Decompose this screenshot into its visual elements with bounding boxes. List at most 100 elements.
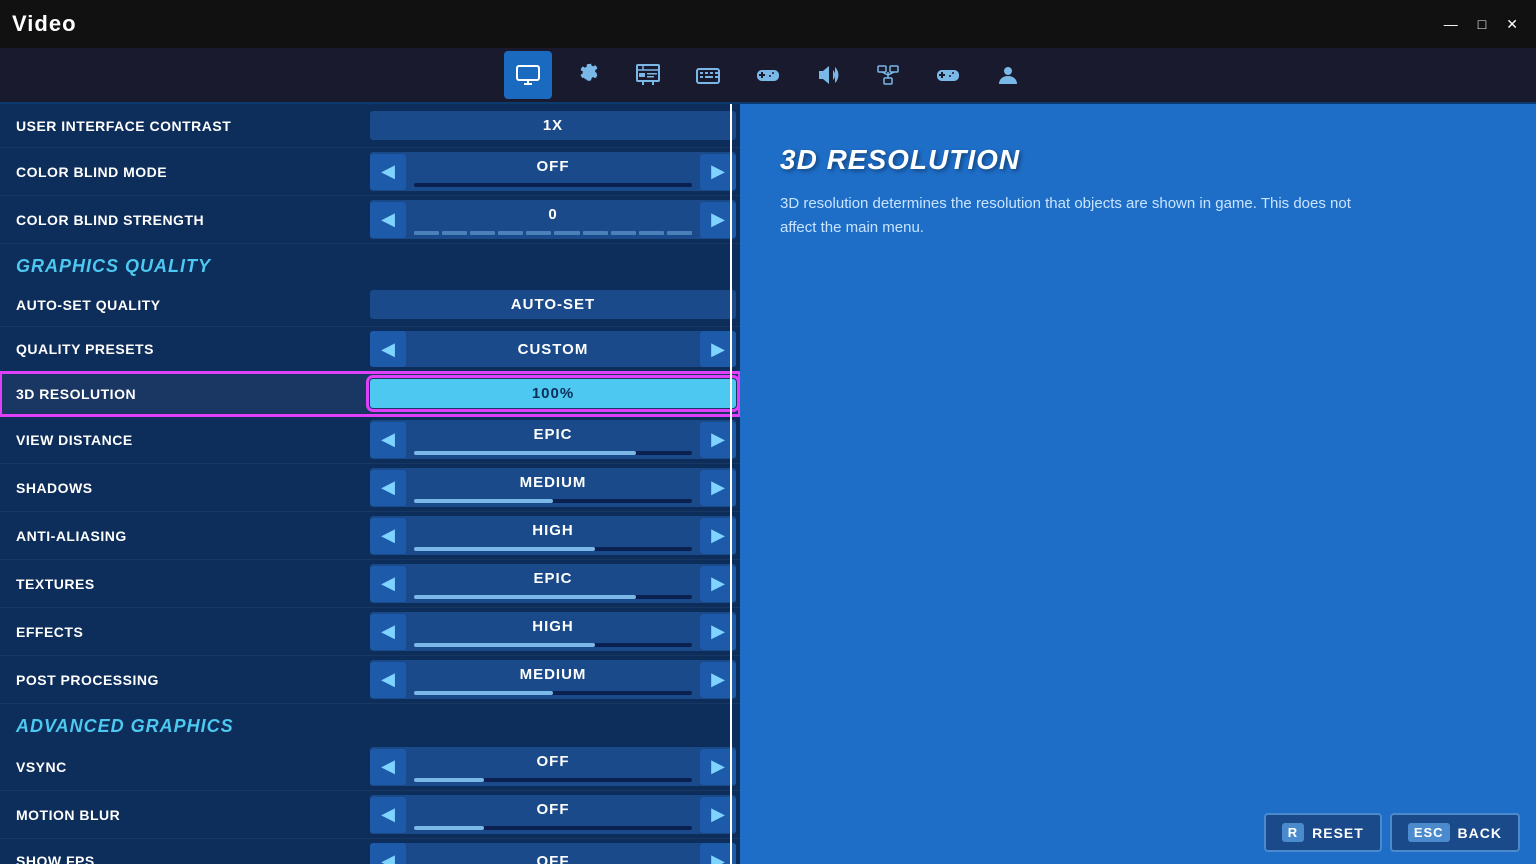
tab-account[interactable]	[984, 51, 1032, 99]
effects-left-btn[interactable]: ◀	[370, 614, 406, 650]
value-quality-presets: CUSTOM	[406, 335, 700, 364]
label-quality-presets: QUALITY PRESETS	[0, 333, 370, 365]
view-distance-slider	[414, 451, 692, 455]
label-colorblind-strength: COLOR BLIND STRENGTH	[0, 204, 370, 236]
vsync-left-btn[interactable]: ◀	[370, 749, 406, 785]
setting-row-effects: EFFECTS ◀ HIGH ▶	[0, 608, 740, 656]
back-key-badge: ESC	[1408, 823, 1450, 842]
control-post-processing: ◀ MEDIUM ▶	[370, 660, 736, 699]
textures-left-btn[interactable]: ◀	[370, 566, 406, 602]
tab-settings[interactable]	[564, 51, 612, 99]
value-effects: HIGH	[406, 612, 700, 641]
control-effects: ◀ HIGH ▶	[370, 612, 736, 651]
label-textures: TEXTURES	[0, 568, 370, 600]
maximize-button[interactable]: □	[1472, 14, 1492, 35]
colorblind-strength-slider	[414, 231, 692, 235]
window-controls[interactable]: — □ ✕	[1438, 14, 1524, 35]
label-show-fps: SHOW FPS	[0, 845, 370, 864]
control-colorblind-strength: ◀ 0 ▶	[370, 200, 736, 239]
setting-row-view-distance: VIEW DISTANCE ◀ EPIC ▶	[0, 416, 740, 464]
close-button[interactable]: ✕	[1500, 14, 1524, 35]
minimize-button[interactable]: —	[1438, 14, 1464, 35]
control-motion-blur: ◀ OFF ▶	[370, 795, 736, 834]
control-3d-resolution: 100%	[370, 379, 736, 408]
tab-controller-alt[interactable]	[744, 51, 792, 99]
back-label: BACK	[1458, 825, 1502, 841]
label-autoset: AUTO-SET QUALITY	[0, 289, 370, 321]
post-processing-left-btn[interactable]: ◀	[370, 662, 406, 698]
value-colorblind-strength: 0	[406, 200, 700, 229]
control-ui-contrast: 1x	[370, 111, 736, 140]
bottom-bar: R RESET ESC BACK	[1248, 801, 1536, 864]
motion-blur-left-btn[interactable]: ◀	[370, 797, 406, 833]
value-vsync: OFF	[406, 747, 700, 776]
info-title: 3D RESOLUTION	[780, 144, 1496, 176]
control-shadows: ◀ MEDIUM ▶	[370, 468, 736, 507]
effects-slider	[414, 643, 692, 647]
setting-row-colorblind-mode: COLOR BLIND MODE ◀ OFF ▶	[0, 148, 740, 196]
setting-row-autoset: AUTO-SET QUALITY AUTO-SET	[0, 283, 740, 327]
right-panel: 3D RESOLUTION 3D resolution determines t…	[740, 104, 1536, 864]
main-layout: USER INTERFACE CONTRAST 1x COLOR BLIND M…	[0, 104, 1536, 864]
info-description: 3D resolution determines the resolution …	[780, 192, 1360, 240]
setting-row-vsync: VSYNC ◀ OFF ▶	[0, 743, 740, 791]
value-motion-blur: OFF	[406, 795, 700, 824]
setting-row-3d-resolution[interactable]: 3D RESOLUTION 100%	[0, 372, 740, 416]
back-button[interactable]: ESC BACK	[1390, 813, 1520, 852]
control-anti-aliasing: ◀ HIGH ▶	[370, 516, 736, 555]
section-header-graphics: GRAPHICS QUALITY	[0, 244, 740, 283]
label-motion-blur: MOTION BLUR	[0, 799, 370, 831]
control-textures: ◀ EPIC ▶	[370, 564, 736, 603]
textures-slider	[414, 595, 692, 599]
tab-keyboard[interactable]	[684, 51, 732, 99]
setting-row-anti-aliasing: ANTI-ALIASING ◀ HIGH ▶	[0, 512, 740, 560]
value-shadows: MEDIUM	[406, 468, 700, 497]
label-view-distance: VIEW DISTANCE	[0, 424, 370, 456]
label-anti-aliasing: ANTI-ALIASING	[0, 520, 370, 552]
window-title: Video	[12, 11, 77, 37]
tab-display[interactable]	[624, 51, 672, 99]
reset-button[interactable]: R RESET	[1264, 813, 1382, 852]
reset-label: RESET	[1312, 825, 1364, 841]
colorblind-mode-slider	[414, 183, 692, 187]
post-processing-slider	[414, 691, 692, 695]
left-panel: USER INTERFACE CONTRAST 1x COLOR BLIND M…	[0, 104, 740, 864]
setting-row-textures: TEXTURES ◀ EPIC ▶	[0, 560, 740, 608]
setting-row-post-processing: POST PROCESSING ◀ MEDIUM ▶	[0, 656, 740, 704]
show-fps-left-btn[interactable]: ◀	[370, 843, 406, 864]
shadows-left-btn[interactable]: ◀	[370, 470, 406, 506]
vsync-slider	[414, 778, 692, 782]
value-colorblind-mode: OFF	[406, 152, 700, 181]
anti-aliasing-slider	[414, 547, 692, 551]
anti-aliasing-left-btn[interactable]: ◀	[370, 518, 406, 554]
value-post-processing: MEDIUM	[406, 660, 700, 689]
setting-row-shadows: SHADOWS ◀ MEDIUM ▶	[0, 464, 740, 512]
label-ui-contrast: USER INTERFACE CONTRAST	[0, 110, 370, 142]
colorblind-mode-left-btn[interactable]: ◀	[370, 154, 406, 190]
tab-audio[interactable]	[804, 51, 852, 99]
tab-video[interactable]	[504, 51, 552, 99]
value-anti-aliasing: HIGH	[406, 516, 700, 545]
tab-network[interactable]	[864, 51, 912, 99]
tab-bar	[0, 48, 1536, 104]
label-vsync: VSYNC	[0, 751, 370, 783]
title-bar: Video — □ ✕	[0, 0, 1536, 48]
reset-key-badge: R	[1282, 823, 1304, 842]
control-view-distance: ◀ EPIC ▶	[370, 420, 736, 459]
label-colorblind-mode: COLOR BLIND MODE	[0, 156, 370, 188]
control-colorblind-mode: ◀ OFF ▶	[370, 152, 736, 191]
value-textures: EPIC	[406, 564, 700, 593]
control-autoset: AUTO-SET	[370, 290, 736, 319]
view-distance-left-btn[interactable]: ◀	[370, 422, 406, 458]
label-post-processing: POST PROCESSING	[0, 664, 370, 696]
value-view-distance: EPIC	[406, 420, 700, 449]
control-vsync: ◀ OFF ▶	[370, 747, 736, 786]
tab-controller[interactable]	[924, 51, 972, 99]
value-show-fps: OFF	[406, 847, 700, 864]
colorblind-strength-left-btn[interactable]: ◀	[370, 202, 406, 238]
control-quality-presets: ◀ CUSTOM ▶	[370, 331, 736, 367]
setting-row-motion-blur: MOTION BLUR ◀ OFF ▶	[0, 791, 740, 839]
quality-presets-left-btn[interactable]: ◀	[370, 331, 406, 367]
label-effects: EFFECTS	[0, 616, 370, 648]
scroll-divider	[730, 104, 732, 864]
